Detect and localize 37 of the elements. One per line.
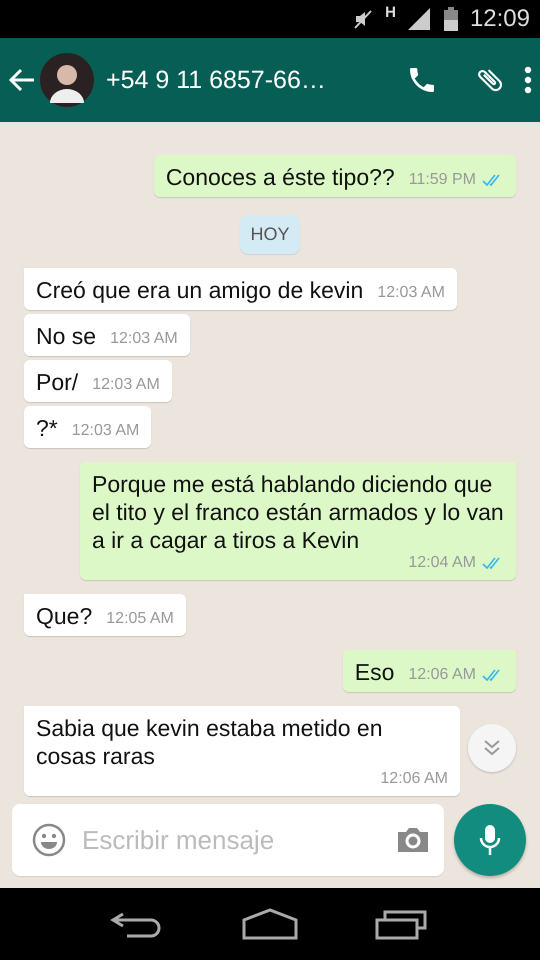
- date-chip: HOY: [240, 215, 300, 254]
- home-icon[interactable]: [242, 908, 298, 940]
- scroll-down-button[interactable]: [468, 724, 516, 772]
- emoji-icon[interactable]: [32, 823, 66, 857]
- battery-icon: [444, 7, 458, 31]
- message-time: 12:03 AM: [72, 422, 140, 440]
- avatar[interactable]: [40, 53, 94, 107]
- back-arrow-icon[interactable]: [8, 66, 36, 94]
- message-time: 12:06 AM: [380, 770, 448, 788]
- message-text: Por/: [36, 368, 78, 396]
- contact-title[interactable]: +54 9 11 6857-66…: [106, 66, 388, 94]
- message-text: ?*: [36, 414, 58, 442]
- double-chevron-down-icon: [482, 738, 502, 758]
- message-input-field[interactable]: Escribir mensaje: [80, 824, 382, 856]
- microphone-button[interactable]: [454, 804, 526, 876]
- message-text: Conoces a éste tipo??: [166, 163, 395, 191]
- message-text: Porque me está hablando diciendo que el tito y el franco están armados y lo van a ir a cagar a tiros a Kevin: [92, 470, 504, 554]
- microphone-icon: [479, 824, 501, 856]
- message-time: 12:06 AM: [408, 666, 476, 684]
- message-text: No se: [36, 322, 96, 350]
- message-time: 12:03 AM: [377, 284, 445, 302]
- network-type: H: [385, 4, 396, 21]
- message-input-field[interactable]: Escribir mensaje: [12, 804, 444, 876]
- mute-icon: [353, 8, 374, 30]
- message-time: 12:03 AM: [92, 376, 160, 394]
- message-text: Creó que era un amigo de kevin: [36, 276, 364, 304]
- message-text: Que?: [36, 602, 92, 630]
- message-time: 11:59 PM: [408, 171, 476, 189]
- camera-icon[interactable]: [396, 826, 430, 854]
- message-time: 12:03 AM: [110, 330, 178, 348]
- menu-icon[interactable]: [524, 66, 532, 94]
- message-text: Sabia que kevin estaba metido en cosas raras: [36, 714, 384, 770]
- clock: 12:09: [470, 5, 530, 33]
- message-text: Eso: [354, 658, 394, 686]
- message-time: 12:05 AM: [106, 610, 174, 628]
- message-time: 12:04 AM: [408, 554, 476, 572]
- signal-icon: [408, 8, 432, 30]
